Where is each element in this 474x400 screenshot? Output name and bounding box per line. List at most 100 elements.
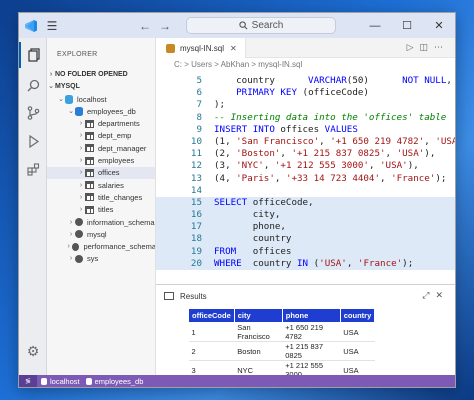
code-line[interactable]: 14 <box>156 185 455 197</box>
back-arrow-icon[interactable]: ← <box>139 19 151 33</box>
line-text: PRIMARY KEY (officeCode) <box>236 87 369 99</box>
chevron-right-icon[interactable]: › <box>77 120 85 127</box>
tree-item-mysql[interactable]: › mysql <box>47 228 155 240</box>
code-line[interactable]: 5 country VARCHAR(50) NOT NULL, <box>156 75 455 87</box>
tree-item-label: dept_emp <box>98 131 132 141</box>
tree-item-salaries[interactable]: › salaries <box>47 179 155 191</box>
code-line[interactable]: 16 city, <box>156 209 455 222</box>
chevron-right-icon[interactable]: › <box>67 231 75 238</box>
chevron-down-icon[interactable]: ⌄ <box>57 95 65 103</box>
run-query-icon[interactable]: ▷ <box>407 42 420 52</box>
tree-item-employees[interactable]: › employees <box>47 155 155 167</box>
column-header-officecode[interactable]: officeCode <box>188 308 235 323</box>
table-cell: San Francisco <box>234 322 283 342</box>
split-editor-icon[interactable]: ◫ <box>419 42 434 52</box>
close-panel-icon[interactable]: ✕ <box>435 290 449 300</box>
remote-icon[interactable]: ≶ <box>19 375 37 387</box>
maximize-panel-icon[interactable]: ⤢ <box>422 290 435 300</box>
run-debug-icon[interactable] <box>19 128 47 154</box>
code-line[interactable]: 11 (2, 'Boston', '+1 215 837 0825', 'USA'… <box>156 148 455 160</box>
window-controls: — ☐ ✕ <box>359 13 455 38</box>
settings-gear-icon[interactable]: ⚙ <box>19 338 47 364</box>
chevron-right-icon[interactable]: › <box>77 145 85 152</box>
line-number: 7 <box>196 99 202 111</box>
tree-item-label: sys <box>87 254 99 264</box>
column-header-phone[interactable]: phone <box>281 308 341 323</box>
line-text: ); <box>214 99 226 111</box>
chevron-right-icon[interactable]: › <box>65 243 72 250</box>
table-row[interactable]: 2 Boston +1 215 837 0825 USA <box>188 341 375 361</box>
line-number: 18 <box>190 233 202 245</box>
tree-item-performance-schema[interactable]: › performance_schema <box>47 241 155 253</box>
code-line[interactable]: 12 (3, 'NYC', '+1 212 555 3000', 'USA'), <box>156 160 455 172</box>
minimize-button[interactable]: — <box>359 13 391 38</box>
connection-status[interactable]: localhost <box>41 377 80 386</box>
code-line[interactable]: 6 PRIMARY KEY (officeCode) <box>156 87 455 99</box>
code-line[interactable]: 10 (1, 'San Francisco', '+1 650 219 4782'… <box>156 136 455 148</box>
hamburger-menu-icon[interactable]: ☰ <box>43 13 61 38</box>
database-status[interactable]: employees_db <box>85 377 143 386</box>
code-line[interactable]: 17 phone, <box>156 221 455 234</box>
tree-item-offices[interactable]: › offices <box>47 166 155 179</box>
maximize-button[interactable]: ☐ <box>391 13 423 38</box>
tree-item-dept-manager[interactable]: › dept_manager <box>47 142 155 154</box>
mysql-section[interactable]: ⌄ MYSQL <box>47 80 155 92</box>
code-line[interactable]: 9 INSERT INTO offices VALUES <box>156 123 455 136</box>
chevron-right-icon[interactable]: › <box>77 132 85 139</box>
line-number: 6 <box>196 87 202 99</box>
explorer-icon[interactable] <box>19 42 47 68</box>
code-line[interactable]: 18 country <box>156 233 455 246</box>
table-icon <box>85 156 94 165</box>
line-number: 11 <box>190 148 202 160</box>
chevron-right-icon[interactable]: › <box>77 169 85 176</box>
tree-item-titles[interactable]: › titles <box>47 204 155 216</box>
close-tab-icon[interactable]: ✕ <box>230 44 237 53</box>
tree-item-title-changes[interactable]: › title_changes <box>47 191 155 203</box>
extensions-icon[interactable] <box>19 156 47 182</box>
chevron-right-icon[interactable]: › <box>67 255 75 262</box>
line-number: 20 <box>190 257 202 269</box>
code-line[interactable]: 19 FROM offices <box>156 245 455 258</box>
line-number: 9 <box>196 123 202 135</box>
code-editor[interactable]: 5 country VARCHAR(50) NOT NULL, 6 PRIMARY… <box>156 75 455 270</box>
code-line[interactable]: 13 (4, 'Paris', '+33 14 723 4404', 'Franc… <box>156 173 455 185</box>
tree-item-sys[interactable]: › sys <box>47 253 155 265</box>
chevron-right-icon[interactable]: › <box>77 206 85 213</box>
tree-item-label: departments <box>98 119 140 129</box>
command-center-search[interactable]: Search <box>186 17 336 34</box>
source-control-icon[interactable] <box>19 100 47 126</box>
column-header-country[interactable]: country <box>339 308 376 323</box>
tab-mysql-in-sql[interactable]: mysql-IN.sql ✕ <box>156 38 246 58</box>
line-number: 19 <box>190 245 202 257</box>
chevron-down-icon: ⌄ <box>48 83 54 90</box>
line-text: country <box>214 233 292 245</box>
tree-item-dept-emp[interactable]: › dept_emp <box>47 130 155 142</box>
tree-item-employees-db[interactable]: ⌄ employees_db <box>47 105 155 117</box>
no-folder-section[interactable]: › NO FOLDER OPENED <box>47 68 155 80</box>
chevron-down-icon[interactable]: ⌄ <box>67 107 75 115</box>
line-number: 17 <box>190 221 202 233</box>
table-icon <box>85 119 94 128</box>
chevron-right-icon[interactable]: › <box>77 194 85 201</box>
tree-item-localhost[interactable]: ⌄ localhost <box>47 93 155 105</box>
table-icon <box>85 181 94 190</box>
tree-item-label: employees <box>98 156 135 165</box>
tree-item-information-schema[interactable]: › information_schema <box>47 216 155 228</box>
breadcrumb[interactable]: C: > Users > AbKhan > mysql-IN.sql <box>174 60 302 69</box>
code-line[interactable]: 8 -- Inserting data into the 'offices' ta… <box>156 112 455 124</box>
close-button[interactable]: ✕ <box>423 13 455 38</box>
code-line[interactable]: 20 WHERE country IN ('USA', 'France'); <box>156 257 455 270</box>
table-row[interactable]: 1 San Francisco +1 650 219 4782 USA <box>188 322 375 342</box>
tree-item-departments[interactable]: › departments <box>47 118 155 130</box>
more-actions-icon[interactable]: ⋯ <box>434 42 449 52</box>
code-line[interactable]: 15 SELECT officeCode, <box>156 196 455 210</box>
editor-area: mysql-IN.sql ✕ ▷◫⋯ C: > Users > AbKhan >… <box>156 38 455 284</box>
search-icon[interactable] <box>19 72 47 98</box>
forward-arrow-icon[interactable]: → <box>159 19 171 33</box>
chevron-right-icon[interactable]: › <box>77 157 85 164</box>
chevron-right-icon[interactable]: › <box>77 182 85 189</box>
code-line[interactable]: 7); <box>156 99 455 111</box>
column-header-city[interactable]: city <box>233 308 283 323</box>
chevron-right-icon[interactable]: › <box>67 219 75 226</box>
search-label: Search <box>251 20 284 31</box>
